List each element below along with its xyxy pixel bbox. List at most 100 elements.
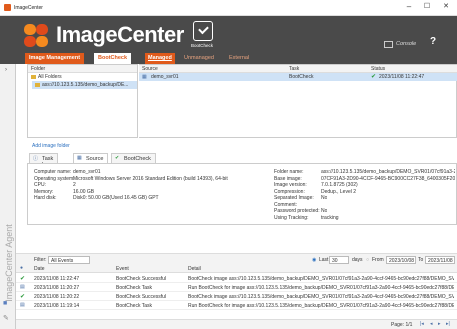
pager: Page: 1/1 |◂ ◂ ▸ ▸| <box>16 319 457 329</box>
col-task[interactable]: Task <box>289 66 299 72</box>
last-days-input[interactable]: 30 <box>329 256 349 264</box>
bootcheck-tab-icon: ✔ <box>115 155 120 161</box>
detail-value: 16.00 GB <box>73 188 95 195</box>
detail-value: ass://10.123.5.135/demo_backup/DEMO_SVR0… <box>321 169 455 175</box>
tab-unmanaged[interactable]: Unmanaged <box>181 53 217 64</box>
table-row[interactable]: ✔ 2023/11/08 11:20:22 BootCheck Successful… <box>16 292 457 301</box>
next-page-icon[interactable]: ▸ <box>438 321 441 327</box>
source-task: BootCheck <box>289 74 314 80</box>
filter-select[interactable]: All Events <box>48 256 90 264</box>
maximize-button[interactable]: ☐ <box>420 2 434 10</box>
event-date: 2023/11/08 11:20:27 <box>34 285 80 291</box>
folder-item-label: All Folders <box>38 74 62 80</box>
detail-value: No <box>321 195 328 201</box>
bootcheck-toolbar-label[interactable]: BootCheck <box>191 43 213 48</box>
detail-key: Image version: <box>274 182 307 188</box>
detail-key: Using Tracking: <box>274 214 309 221</box>
from-date-input[interactable]: 2023/10/08 <box>386 256 416 264</box>
event-detail: BootCheck image ass://10.123.5.135/demo_… <box>188 294 454 300</box>
detail-key: Folder name: <box>274 169 304 175</box>
folder-panel: Folder All Folders ass://10.123.5.135/de… <box>27 64 138 138</box>
sidebar-tools-icon[interactable]: ✎ <box>3 314 13 322</box>
app-icon <box>4 4 11 11</box>
table-row[interactable]: ▤ 2023/11/08 11:20:27 BootCheck Task Run Bo… <box>16 283 457 292</box>
event-date: 2023/11/08 11:20:22 <box>34 294 80 300</box>
detail-value: No <box>321 208 328 214</box>
last-label: Last <box>319 257 329 263</box>
tab-bootcheck[interactable]: BootCheck <box>94 53 132 64</box>
tab-managed[interactable]: Managed <box>145 53 175 64</box>
source-grid: Source Task Status ▦ demo_svr01 BootChec… <box>139 64 457 138</box>
detail-key: Memory: <box>34 188 54 195</box>
window-title: ImageCenter <box>14 5 43 11</box>
detail-key: Hard disk: <box>34 195 57 201</box>
event-name: BootCheck Successful <box>116 276 167 282</box>
success-check-icon: ✔ <box>371 74 377 80</box>
folder-item-demo-backup[interactable]: ass://10.123.5.135/demo_backup/DE... <box>32 81 137 89</box>
folder-header: Folder <box>28 65 137 73</box>
last-page-icon[interactable]: ▸| <box>446 321 450 327</box>
tab-external[interactable]: External <box>226 53 252 64</box>
help-icon[interactable]: ? <box>430 36 436 47</box>
col-source[interactable]: Source <box>142 66 158 72</box>
window-titlebar: ImageCenter – ☐ ✕ <box>0 0 457 16</box>
col-status[interactable]: Status <box>371 66 385 72</box>
folder-item-label: ass://10.123.5.135/demo_backup/DE... <box>42 82 129 88</box>
source-icon: ▦ <box>77 155 82 161</box>
console-link[interactable]: Console <box>396 41 416 47</box>
spacer <box>16 138 457 142</box>
task-icon: ▤ <box>20 284 25 290</box>
folder-icon <box>35 82 40 87</box>
minimize-button[interactable]: – <box>402 2 416 11</box>
col-date[interactable]: Date <box>34 266 45 272</box>
detail-value: 2 <box>73 182 76 188</box>
sidebar-expand-icon[interactable]: › <box>5 67 7 73</box>
info-icon: ⓘ <box>33 156 39 162</box>
detail-value: 07CF91A3-2D90-4CCF-9465-BC900CC27F38_640… <box>321 175 455 182</box>
detail-key: Base image: <box>274 175 302 182</box>
to-date-input[interactable]: 2023/11/08 <box>425 256 455 264</box>
detail-key: Password protected: <box>274 208 320 214</box>
from-radio-icon[interactable]: ○ <box>366 257 369 263</box>
first-page-icon[interactable]: |◂ <box>420 321 424 327</box>
server-icon: ▦ <box>142 74 147 80</box>
tab-image-management[interactable]: Image Management <box>25 53 85 64</box>
detail-value: tracking <box>321 214 339 221</box>
sidebar-network-icon[interactable]: ■ <box>3 300 13 308</box>
event-detail: Run BootCheck for image ass://10.123.5.1… <box>188 285 454 291</box>
success-check-icon: ✔ <box>20 276 26 282</box>
col-event[interactable]: Event <box>116 266 129 272</box>
folder-item-all[interactable]: All Folders <box>28 73 137 81</box>
tab-bootcheck-label: BootCheck <box>124 156 151 162</box>
status-sort-icon[interactable]: ● <box>20 265 23 271</box>
bootcheck-icon[interactable] <box>193 21 213 41</box>
add-image-folder-link[interactable]: Add image folder <box>32 143 70 149</box>
console-icon[interactable] <box>384 41 393 48</box>
detail-value: Disk0: 50.00 GB(Used 16.45 GB) GPT <box>73 195 159 201</box>
table-row[interactable]: ✔ 2023/11/08 11:22:47 BootCheck Successful… <box>16 274 457 283</box>
event-name: BootCheck Task <box>116 285 153 291</box>
detail-key: Comment: <box>274 201 298 208</box>
event-name: BootCheck Successful <box>116 294 167 300</box>
filter-bar: Filter: All Events ◉ Last 30 days ○ From… <box>16 253 457 265</box>
detail-value: 7.0.1.8725 (302) <box>321 182 358 188</box>
table-row[interactable]: ▤ 2023/11/08 11:19:14 BootCheck Task Run Bo… <box>16 301 457 310</box>
event-name: BootCheck Task <box>116 303 153 309</box>
tab-source-label: Source <box>86 156 104 162</box>
sidebar-vertical-label-wrap: ImageCenter Agent <box>1 214 15 314</box>
close-button[interactable]: ✕ <box>439 2 453 10</box>
detail-value: Microsoft Windows Server 2016 Standard E… <box>73 175 228 182</box>
events-header <box>16 265 457 273</box>
detail-key: Operating system: <box>34 175 75 182</box>
sidebar-vertical-label: ImageCenter Agent <box>4 224 14 302</box>
event-detail: Run BootCheck for image ass://10.123.5.1… <box>188 303 454 309</box>
detail-key: Computer name: <box>34 169 72 175</box>
task-icon: ▤ <box>20 302 25 308</box>
prev-page-icon[interactable]: ◂ <box>430 321 433 327</box>
folder-icon <box>31 74 36 79</box>
event-detail: BootCheck image ass://10.123.5.135/demo_… <box>188 276 454 282</box>
last-radio-icon[interactable]: ◉ <box>312 257 316 263</box>
main-tabbar: Image Management BootCheck Managed Unman… <box>0 52 457 64</box>
source-name: demo_svr01 <box>151 74 179 80</box>
col-detail[interactable]: Detail <box>188 266 201 272</box>
